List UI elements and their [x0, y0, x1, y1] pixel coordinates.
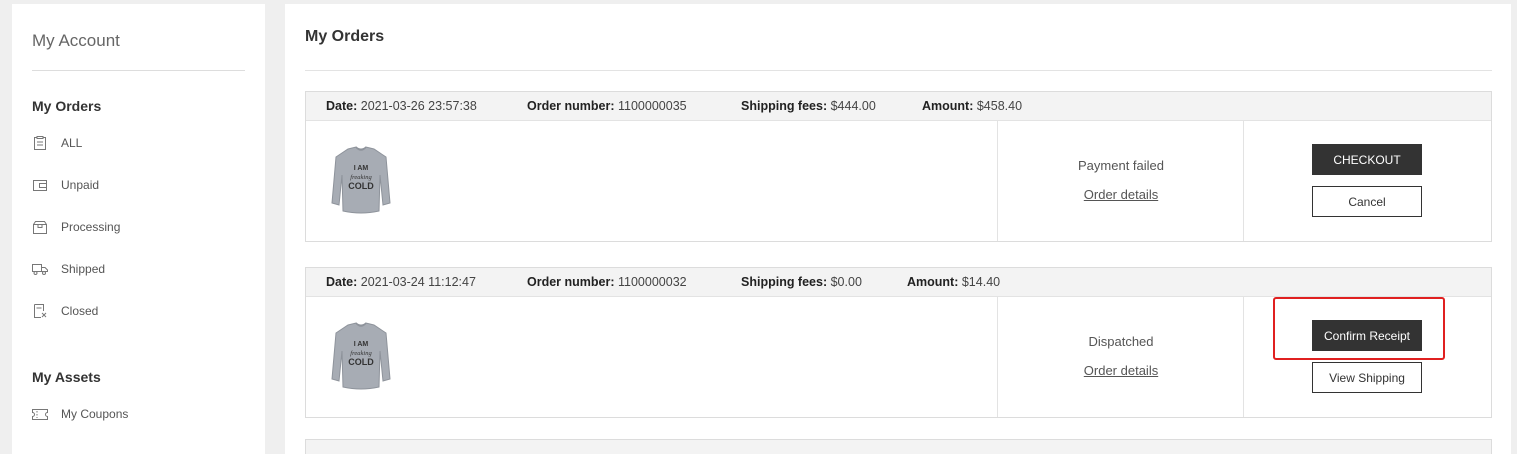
order-status-column: Dispatched Order details — [997, 297, 1244, 417]
sidebar-item-label: Closed — [61, 304, 99, 318]
cancel-button[interactable]: Cancel — [1312, 186, 1422, 217]
order-header: Date: 2021-03-24 11:12:47 Order number: … — [306, 268, 1491, 297]
order-details-link[interactable]: Order details — [998, 187, 1244, 202]
order-actions-column: Confirm Receipt View Shipping — [1243, 297, 1491, 417]
sidebar-item-label: Shipped — [61, 262, 106, 276]
svg-text:freaking: freaking — [350, 174, 372, 181]
order-status: Dispatched — [1088, 334, 1154, 349]
order-card-partial — [305, 439, 1492, 454]
order-status: Payment failed — [1078, 158, 1164, 173]
svg-text:COLD: COLD — [348, 181, 374, 191]
order-amount: Amount: $458.40 — [922, 99, 1023, 113]
order-date: Date: 2021-03-24 11:12:47 — [326, 275, 476, 289]
confirm-receipt-button[interactable]: Confirm Receipt — [1312, 320, 1422, 351]
order-card: Date: 2021-03-26 23:57:38 Order number: … — [305, 91, 1492, 242]
order-shipping-fees: Shipping fees: $0.00 — [741, 275, 862, 289]
sidebar-item-label: ALL — [61, 136, 83, 150]
product-image[interactable]: I AM freaking COLD — [330, 321, 392, 393]
sidebar-item-unpaid[interactable]: Unpaid — [32, 175, 99, 195]
svg-text:I AM: I AM — [354, 341, 369, 348]
order-number: Order number: 1100000032 — [527, 275, 687, 289]
order-body: I AM freaking COLD Dispatched Order deta… — [306, 297, 1491, 417]
sidebar-title: My Account — [32, 31, 120, 50]
svg-text:freaking: freaking — [350, 350, 372, 357]
coupon-icon — [32, 407, 48, 421]
sidebar-item-processing[interactable]: Processing — [32, 217, 120, 237]
page-title: My Orders — [305, 28, 385, 45]
sidebar-item-label: My Coupons — [61, 407, 129, 421]
order-details-link[interactable]: Order details — [998, 363, 1244, 378]
box-icon — [32, 220, 48, 234]
truck-icon — [32, 262, 48, 276]
sidebar-section-orders: My Orders — [32, 98, 102, 114]
account-sidebar: My Account My Orders ALL Unpaid Processi… — [12, 4, 265, 454]
order-body: I AM freaking COLD Payment failed Order … — [306, 121, 1491, 241]
checkout-button[interactable]: CHECKOUT — [1312, 144, 1422, 175]
orders-panel: My Orders Date: 2021-03-26 23:57:38 Orde… — [285, 4, 1511, 454]
sidebar-item-shipped[interactable]: Shipped — [32, 259, 105, 279]
svg-text:I AM: I AM — [354, 165, 369, 172]
sidebar-item-label: Unpaid — [61, 178, 100, 192]
order-actions-column: CHECKOUT Cancel — [1243, 121, 1491, 241]
sidebar-divider — [32, 70, 245, 71]
view-shipping-button[interactable]: View Shipping — [1312, 362, 1422, 393]
order-shipping-fees: Shipping fees: $444.00 — [741, 99, 876, 113]
title-divider — [305, 70, 1492, 71]
order-card: Date: 2021-03-24 11:12:47 Order number: … — [305, 267, 1492, 418]
sidebar-item-coupons[interactable]: My Coupons — [32, 404, 128, 424]
product-image[interactable]: I AM freaking COLD — [330, 145, 392, 217]
order-date: Date: 2021-03-26 23:57:38 — [326, 99, 477, 113]
document-x-icon — [32, 304, 48, 318]
order-header: Date: 2021-03-26 23:57:38 Order number: … — [306, 92, 1491, 121]
order-status-column: Payment failed Order details — [997, 121, 1244, 241]
svg-text:COLD: COLD — [348, 357, 374, 367]
sidebar-section-assets: My Assets — [32, 369, 101, 385]
document-list-icon — [32, 136, 48, 150]
sidebar-item-closed[interactable]: Closed — [32, 301, 98, 321]
wallet-icon — [32, 178, 48, 192]
sidebar-item-label: Processing — [61, 220, 121, 234]
sidebar-item-all[interactable]: ALL — [32, 133, 82, 153]
order-amount: Amount: $14.40 — [907, 275, 1001, 289]
order-number: Order number: 1100000035 — [527, 99, 687, 113]
